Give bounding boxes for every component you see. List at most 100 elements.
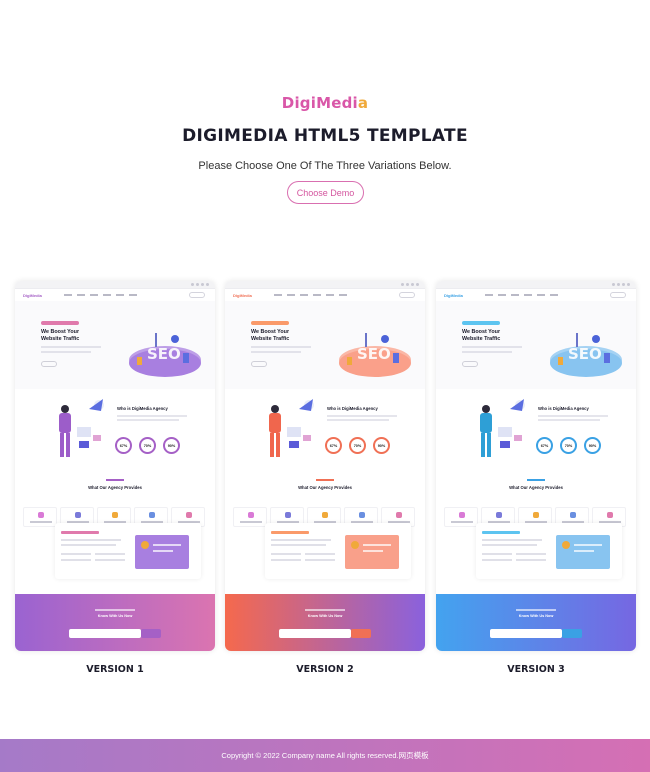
service-icon bbox=[112, 512, 118, 518]
preview-hero: We Boost Your Website Traffic SEO bbox=[436, 301, 636, 389]
preview-menu bbox=[63, 294, 137, 296]
hero-button bbox=[41, 361, 57, 367]
hero-button bbox=[462, 361, 478, 367]
hero-text-line bbox=[462, 346, 522, 348]
logo-text: DigiMedi bbox=[281, 94, 358, 112]
hero-text-line bbox=[41, 346, 101, 348]
preview-hero: We Boost Your Website Traffic SEO bbox=[225, 301, 425, 389]
subscribe-input bbox=[490, 629, 562, 638]
preview-logo: DigiMedia bbox=[23, 292, 42, 298]
person-illustration-icon bbox=[464, 395, 534, 465]
seo-illustration-icon: SEO bbox=[335, 329, 415, 379]
preview-menu bbox=[273, 294, 347, 296]
feature-image bbox=[345, 535, 399, 569]
service-icon bbox=[459, 512, 465, 518]
feature-image bbox=[556, 535, 610, 569]
subscribe-input bbox=[279, 629, 351, 638]
service-icon bbox=[38, 512, 44, 518]
service-icon bbox=[533, 512, 539, 518]
subscribe-input bbox=[69, 629, 141, 638]
hero-kicker bbox=[462, 321, 500, 325]
preview-logo: DigiMedia bbox=[233, 292, 252, 298]
subscribe-button bbox=[351, 629, 371, 638]
stat-circle: 90% bbox=[163, 437, 180, 454]
service-icon bbox=[607, 512, 613, 518]
preview-feature-box bbox=[265, 523, 411, 579]
browser-bar bbox=[15, 281, 215, 289]
service-card bbox=[444, 507, 478, 527]
preview-about: Who is DigiMedia Agency 67% 70% 90% bbox=[436, 389, 636, 469]
services-title: What Our Agency Provides bbox=[88, 485, 142, 490]
stat-circle: 90% bbox=[584, 437, 601, 454]
services-kicker bbox=[106, 479, 124, 481]
preview-feature-box bbox=[55, 523, 201, 579]
subscribe-kicker bbox=[305, 609, 345, 611]
hero-title: We Boost Your Website Traffic bbox=[462, 329, 501, 342]
preview-menu bbox=[484, 294, 558, 296]
about-text-line bbox=[327, 419, 389, 421]
stat-circle: 90% bbox=[373, 437, 390, 454]
service-icon bbox=[75, 512, 81, 518]
demo-card-version-1[interactable]: DigiMedia We Boost Your Website Traffic … bbox=[15, 281, 215, 651]
preview-feature-box bbox=[476, 523, 622, 579]
version-label-3[interactable]: VERSION 3 bbox=[436, 664, 636, 675]
service-card bbox=[233, 507, 267, 527]
hero-text-line bbox=[41, 351, 91, 353]
about-text-line bbox=[117, 419, 179, 421]
subscribe-kicker bbox=[516, 609, 556, 611]
subscribe-kicker bbox=[95, 609, 135, 611]
svg-text:SEO: SEO bbox=[147, 345, 181, 363]
about-text-line bbox=[538, 415, 608, 417]
preview-nav-button bbox=[610, 292, 626, 298]
browser-bar bbox=[436, 281, 636, 289]
preview-about: Who is DigiMedia Agency 67% 70% 90% bbox=[15, 389, 215, 469]
about-title: Who is DigiMedia Agency bbox=[538, 406, 589, 411]
subscribe-text: Know With Us Now bbox=[518, 614, 554, 618]
preview-hero: We Boost Your Website Traffic SEO bbox=[15, 301, 215, 389]
service-icon bbox=[570, 512, 576, 518]
services-kicker bbox=[316, 479, 334, 481]
stats-circles: 67% 70% 90% bbox=[536, 437, 601, 454]
stat-circle: 67% bbox=[536, 437, 553, 454]
services-kicker bbox=[527, 479, 545, 481]
services-title: What Our Agency Provides bbox=[509, 485, 563, 490]
browser-dots bbox=[612, 283, 630, 286]
hero-text-line bbox=[251, 346, 311, 348]
page-subtitle: Please Choose One Of The Three Variation… bbox=[198, 160, 452, 172]
service-icon bbox=[248, 512, 254, 518]
preview-nav-button bbox=[399, 292, 415, 298]
demo-card-version-2[interactable]: DigiMedia We Boost Your Website Traffic … bbox=[225, 281, 425, 651]
stat-circle: 70% bbox=[139, 437, 156, 454]
preview-nav: DigiMedia bbox=[436, 289, 636, 301]
about-title: Who is DigiMedia Agency bbox=[117, 406, 168, 411]
service-icon bbox=[396, 512, 402, 518]
service-card bbox=[23, 507, 57, 527]
about-text-line bbox=[117, 415, 187, 417]
preview-subscribe: Know With Us Now bbox=[15, 594, 215, 651]
about-text-line bbox=[538, 419, 600, 421]
service-icon bbox=[285, 512, 291, 518]
hero-title: We Boost Your Website Traffic bbox=[41, 329, 80, 342]
preview-nav: DigiMedia bbox=[225, 289, 425, 301]
feature-kicker bbox=[61, 531, 99, 534]
preview-subscribe: Know With Us Now bbox=[225, 594, 425, 651]
version-label-1[interactable]: VERSION 1 bbox=[15, 664, 215, 675]
footer: Copyright © 2022 Company name All rights… bbox=[0, 739, 650, 772]
service-icon bbox=[359, 512, 365, 518]
preview-logo: DigiMedia bbox=[444, 292, 463, 298]
stat-circle: 70% bbox=[349, 437, 366, 454]
stat-circle: 67% bbox=[325, 437, 342, 454]
subscribe-button bbox=[141, 629, 161, 638]
hero-button bbox=[251, 361, 267, 367]
choose-demo-button[interactable]: Choose Demo bbox=[287, 181, 364, 204]
stat-circle: 70% bbox=[560, 437, 577, 454]
version-label-2[interactable]: VERSION 2 bbox=[225, 664, 425, 675]
demo-card-version-3[interactable]: DigiMedia We Boost Your Website Traffic … bbox=[436, 281, 636, 651]
hero-kicker bbox=[41, 321, 79, 325]
hero-kicker bbox=[251, 321, 289, 325]
preview-nav-button bbox=[189, 292, 205, 298]
service-icon bbox=[496, 512, 502, 518]
seo-illustration-icon: SEO bbox=[546, 329, 626, 379]
feature-kicker bbox=[482, 531, 520, 534]
stats-circles: 67% 70% 90% bbox=[115, 437, 180, 454]
